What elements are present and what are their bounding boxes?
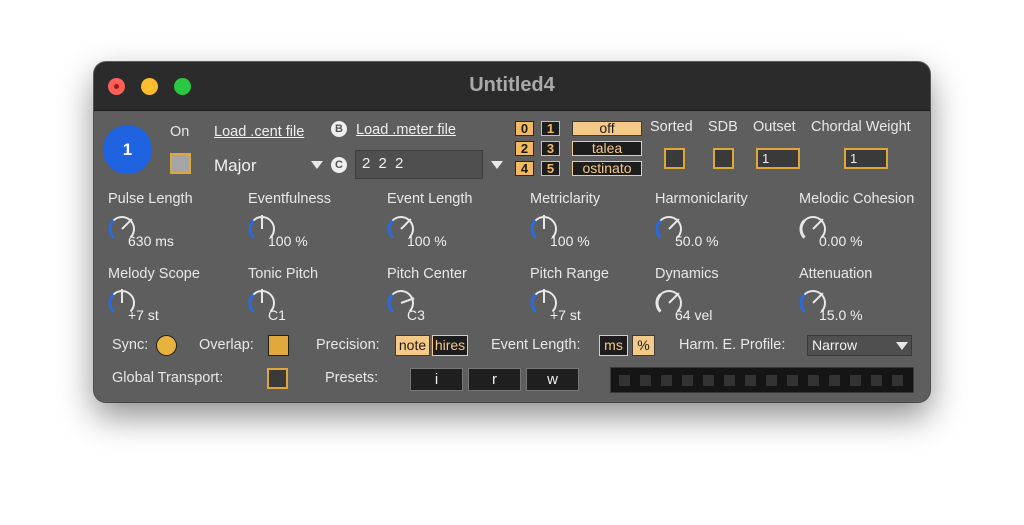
dial-value: 100 % <box>550 233 590 249</box>
chordal-weight-label: Chordal Weight <box>811 119 911 135</box>
scale-select-value[interactable]: Major <box>214 156 257 176</box>
preset-slot[interactable] <box>661 375 672 386</box>
event-length-bottom-label: Event Length: <box>491 337 581 353</box>
dial-value: C1 <box>268 307 286 323</box>
on-label: On <box>170 124 190 140</box>
harm-e-profile-select[interactable]: Narrow <box>807 335 912 356</box>
preset-slot[interactable] <box>787 375 798 386</box>
dial-value: 64 vel <box>675 307 713 323</box>
dropdown-arrow-icon <box>896 342 908 350</box>
dial-label: Pulse Length <box>108 191 193 207</box>
sdb-label: SDB <box>708 119 738 135</box>
preset-r-button[interactable]: r <box>468 368 521 391</box>
overlap-label: Overlap: <box>199 337 254 353</box>
dial-label: Harmoniclarity <box>655 191 748 207</box>
c-badge: C <box>331 157 347 173</box>
dial-value: 15.0 % <box>819 307 863 323</box>
preset-slot[interactable] <box>640 375 651 386</box>
preset-slot[interactable] <box>808 375 819 386</box>
dial-label: Eventfulness <box>248 191 332 207</box>
number-button-2[interactable]: 2 <box>515 141 534 156</box>
dial-label: Metriclarity <box>530 191 601 207</box>
dial-value: +7 st <box>128 307 159 323</box>
dial-label: Event Length <box>387 191 473 207</box>
preset-slot[interactable] <box>829 375 840 386</box>
preset-slot[interactable] <box>619 375 630 386</box>
outset-number-field[interactable]: 1 <box>756 148 800 169</box>
sdb-toggle[interactable] <box>713 148 734 169</box>
dial-label: Pitch Center <box>387 266 467 282</box>
event-length-ms-button[interactable]: ms <box>599 335 628 356</box>
preset-slot[interactable] <box>871 375 882 386</box>
dial-label: Melodic Cohesion <box>799 191 915 207</box>
preset-slot[interactable] <box>724 375 735 386</box>
on-toggle[interactable] <box>170 153 191 174</box>
preset-slot[interactable] <box>850 375 861 386</box>
mode-talea-button[interactable]: talea <box>572 141 642 156</box>
presets-label: Presets: <box>325 370 379 386</box>
preset-slot[interactable] <box>682 375 693 386</box>
number-button-0[interactable]: 0 <box>515 121 534 136</box>
dial-label: Melody Scope <box>108 266 200 282</box>
preset-slot[interactable] <box>892 375 903 386</box>
load-meter-file-link[interactable]: Load .meter file <box>356 122 456 138</box>
global-transport-toggle[interactable] <box>267 368 288 389</box>
dial-value: 100 % <box>407 233 447 249</box>
sorted-label: Sorted <box>650 119 693 135</box>
precision-label: Precision: <box>316 337 380 353</box>
number-button-1[interactable]: 1 <box>541 121 560 136</box>
dial-value: 50.0 % <box>675 233 719 249</box>
overlap-toggle[interactable] <box>268 335 289 356</box>
dial-value: 630 ms <box>128 233 174 249</box>
global-transport-label: Global Transport: <box>112 370 224 386</box>
outset-label: Outset <box>753 119 796 135</box>
dropdown-arrow-icon[interactable] <box>311 161 323 169</box>
harm-e-profile-label: Harm. E. Profile: <box>679 337 786 353</box>
sync-label: Sync: <box>112 337 149 353</box>
dropdown-arrow-icon[interactable] <box>491 161 503 169</box>
sync-indicator[interactable] <box>156 335 177 356</box>
load-cent-file-link[interactable]: Load .cent file <box>214 124 304 140</box>
dial-label: Dynamics <box>655 266 719 282</box>
preset-w-button[interactable]: w <box>526 368 579 391</box>
event-length-percent-button[interactable]: % <box>632 335 655 356</box>
profile-value: Narrow <box>812 337 858 353</box>
dial-value: 100 % <box>268 233 308 249</box>
dial-value: 0.00 % <box>819 233 863 249</box>
dial-value: +7 st <box>550 307 581 323</box>
dial-label: Tonic Pitch <box>248 266 319 282</box>
precision-note-button[interactable]: note <box>395 335 430 356</box>
number-button-3[interactable]: 3 <box>541 141 560 156</box>
chordal-weight-number-field[interactable]: 1 <box>844 148 888 169</box>
device-number-badge[interactable]: 1 <box>103 125 152 174</box>
meter-input[interactable]: 2 2 2 <box>355 150 483 179</box>
sorted-toggle[interactable] <box>664 148 685 169</box>
mode-ostinato-button[interactable]: ostinato <box>572 161 642 176</box>
number-button-5[interactable]: 5 <box>541 161 560 176</box>
mode-off-button[interactable]: off <box>572 121 642 136</box>
preset-slot[interactable] <box>703 375 714 386</box>
dial-value: C3 <box>407 307 425 323</box>
preset-slot[interactable] <box>766 375 777 386</box>
b-badge: B <box>331 121 347 137</box>
device-window: Untitled4 1 On Load .cent file B Load .m… <box>94 62 930 402</box>
window-title: Untitled4 <box>469 74 555 96</box>
dial-label: Pitch Range <box>530 266 609 282</box>
preset-slot[interactable] <box>745 375 756 386</box>
title-bar: Untitled4 <box>94 62 930 111</box>
preset-i-button[interactable]: i <box>410 368 463 391</box>
dial-label: Attenuation <box>799 266 873 282</box>
precision-hires-button[interactable]: hires <box>432 335 468 356</box>
preset-slot-strip[interactable] <box>610 367 914 393</box>
number-button-4[interactable]: 4 <box>515 161 534 176</box>
